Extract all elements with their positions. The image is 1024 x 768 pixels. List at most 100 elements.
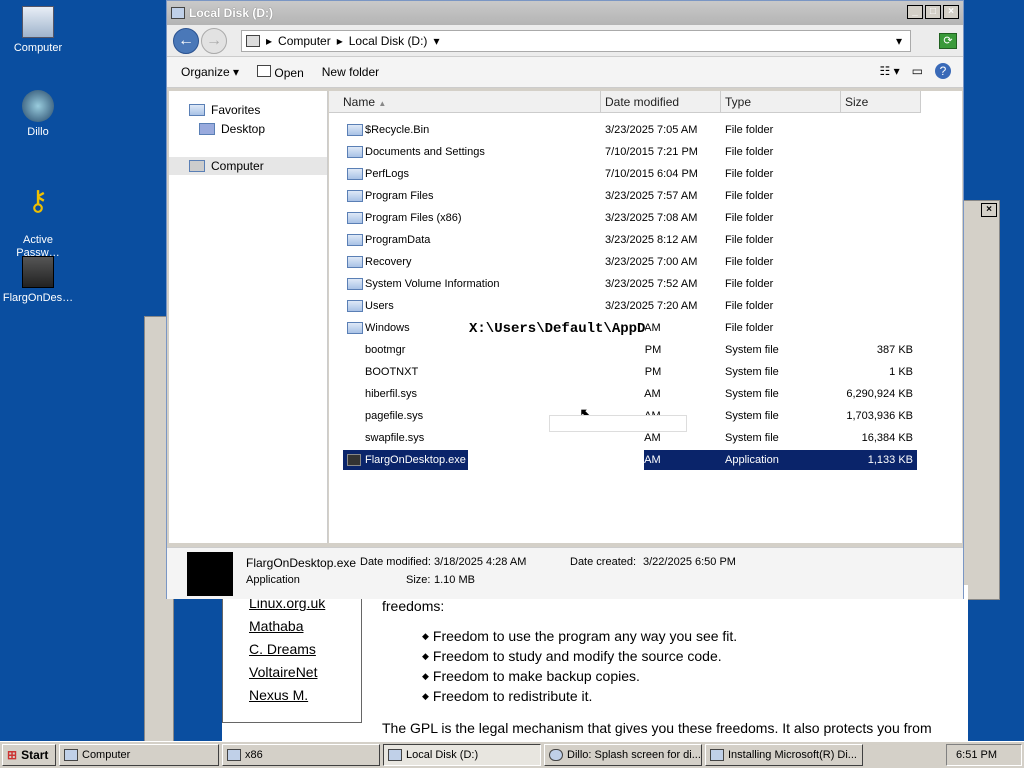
start-button[interactable]: ⊞ Start bbox=[2, 744, 56, 766]
desktop-icon-dillo[interactable]: Dillo bbox=[0, 90, 76, 139]
cell-type: File folder bbox=[725, 234, 774, 246]
back-button[interactable]: ← bbox=[173, 27, 199, 54]
nav-favorites[interactable]: Favorites bbox=[189, 101, 260, 119]
app-icon bbox=[347, 454, 361, 466]
table-row[interactable]: PerfLogs 7/10/2015 6:04 PM File folder bbox=[343, 164, 917, 184]
dillo-icon bbox=[22, 90, 54, 122]
details-kind: Application bbox=[246, 574, 300, 586]
list-item: Freedom to use the program any way you s… bbox=[422, 627, 967, 647]
cell-type: System file bbox=[725, 388, 779, 400]
close-icon[interactable]: × bbox=[981, 203, 997, 217]
taskbar-item-computer[interactable]: Computer bbox=[59, 744, 219, 766]
new-folder-button[interactable]: New folder bbox=[322, 65, 379, 79]
refresh-button[interactable]: ⟳ bbox=[939, 33, 957, 49]
table-row[interactable]: Documents and Settings 7/10/2015 7:21 PM F… bbox=[343, 142, 917, 162]
table-row[interactable]: ProgramData 3/23/2025 8:12 AM File folder bbox=[343, 230, 917, 250]
cell-name: BOOTNXT bbox=[365, 366, 419, 378]
file-thumbnail bbox=[187, 552, 233, 596]
taskbar: ⊞ Start Computer x86 Local Disk (D:) Dill… bbox=[0, 741, 1024, 768]
details-pane: FlargOnDesktop.exe Application Date modi… bbox=[167, 547, 963, 599]
column-header-size[interactable]: Size bbox=[841, 91, 921, 113]
details-filename: FlargOnDesktop.exe bbox=[246, 556, 357, 570]
close-button[interactable]: × bbox=[943, 5, 959, 19]
taskbar-item-installer[interactable]: Installing Microsoft(R) Di... bbox=[705, 744, 863, 766]
folder-icon bbox=[189, 104, 205, 116]
cell-name: Windows bbox=[365, 322, 410, 334]
folder-icon bbox=[347, 212, 363, 224]
table-row[interactable]: Program Files 3/23/2025 7:57 AM File folde… bbox=[343, 186, 917, 206]
cell-date: 3/23/2025 7:52 AM bbox=[605, 278, 698, 290]
cell-type: File folder bbox=[725, 146, 774, 158]
cell-name: Users bbox=[365, 300, 394, 312]
column-header-type[interactable]: Type bbox=[721, 91, 841, 113]
forward-button[interactable]: → bbox=[201, 27, 227, 54]
cell-type: System file bbox=[725, 344, 779, 356]
windows-logo-icon: ⊞ bbox=[7, 748, 18, 762]
desktop-icon-label: Computer bbox=[13, 42, 63, 54]
dillo-link[interactable]: Nexus M. bbox=[249, 687, 361, 704]
cell-type: File folder bbox=[725, 124, 774, 136]
folder-icon bbox=[347, 190, 363, 202]
folder-icon bbox=[347, 322, 363, 334]
dillo-link[interactable]: VoltaireNet bbox=[249, 664, 361, 681]
address-bar[interactable]: ▸ Computer ▸ Local Disk (D:) ▾ ▾ bbox=[241, 30, 911, 52]
dillo-intro: freedoms: bbox=[382, 598, 445, 614]
chevron-right-icon[interactable]: ▸ bbox=[337, 34, 343, 48]
cell-type: System file bbox=[725, 410, 779, 422]
maximize-button[interactable]: □ bbox=[925, 5, 941, 19]
system-tray: 6:51 PM bbox=[946, 744, 1022, 766]
table-row[interactable]: System Volume Information 3/23/2025 7:52 … bbox=[343, 274, 917, 294]
preview-pane-icon[interactable]: ▭ bbox=[912, 64, 923, 78]
table-row[interactable]: Users 3/23/2025 7:20 AM File folder bbox=[343, 296, 917, 316]
open-button[interactable]: Open bbox=[257, 64, 304, 80]
table-row[interactable]: $Recycle.Bin 3/23/2025 7:05 AM File folder bbox=[343, 120, 917, 140]
folder-icon bbox=[347, 300, 363, 312]
organize-button[interactable]: Organize ▾ bbox=[181, 65, 239, 79]
column-header-date[interactable]: Date modified bbox=[601, 91, 721, 113]
nav-desktop[interactable]: Desktop bbox=[199, 120, 265, 138]
cell-name: $Recycle.Bin bbox=[365, 124, 430, 136]
table-row[interactable]: Recovery 3/23/2025 7:00 AM File folder bbox=[343, 252, 917, 272]
address-dropdown-icon[interactable]: ▾ bbox=[896, 34, 902, 48]
cell-date: 3/23/2025 7:05 AM bbox=[605, 124, 698, 136]
key-icon: ⚷ bbox=[27, 185, 49, 216]
details-size-label: Size: bbox=[406, 574, 431, 586]
column-header-name[interactable]: Name ▲ bbox=[329, 91, 601, 113]
cell-name: System Volume Information bbox=[365, 278, 500, 290]
dillo-link[interactable]: Mathaba bbox=[249, 618, 361, 635]
cell-size: 387 KB bbox=[876, 344, 913, 356]
breadcrumb-local-disk[interactable]: Local Disk (D:) bbox=[349, 34, 428, 48]
minimize-button[interactable]: _ bbox=[907, 5, 923, 19]
cell-name: ProgramData bbox=[365, 234, 431, 246]
taskbar-item-dillo[interactable]: Dillo: Splash screen for di... bbox=[544, 744, 702, 766]
chevron-down-icon[interactable]: ▾ bbox=[433, 34, 439, 48]
cell-name: FlargOnDesktop.exe bbox=[365, 454, 466, 466]
cell-type: System file bbox=[725, 432, 779, 444]
cell-size: 1 KB bbox=[889, 366, 913, 378]
cell-date: 3/23/2025 7:57 AM bbox=[605, 190, 698, 202]
cell-name: Program Files bbox=[365, 190, 434, 202]
cell-name: swapfile.sys bbox=[365, 432, 425, 444]
taskbar-item-x86[interactable]: x86 bbox=[222, 744, 380, 766]
chevron-right-icon[interactable]: ▸ bbox=[266, 34, 272, 48]
desktop-icon-flarg[interactable]: FlargOnDes… bbox=[0, 256, 76, 305]
help-icon[interactable]: ? bbox=[935, 63, 951, 79]
desktop-icon bbox=[199, 123, 215, 135]
explorer-window[interactable]: Local Disk (D:) _ □ × ← → ▸ Computer ▸ L… bbox=[166, 0, 964, 599]
desktop-icon-computer[interactable]: Computer bbox=[0, 6, 76, 55]
table-row[interactable]: Program Files (x86) 3/23/2025 7:08 AM File… bbox=[343, 208, 917, 228]
address-bar-row: ← → ▸ Computer ▸ Local Disk (D:) ▾ ▾ ⟳ bbox=[167, 25, 963, 57]
view-options-icon[interactable]: ☷ ▾ bbox=[880, 64, 900, 78]
clock[interactable]: 6:51 PM bbox=[956, 749, 997, 761]
folder-icon bbox=[347, 234, 363, 246]
breadcrumb-computer[interactable]: Computer bbox=[278, 34, 331, 48]
cell-type: File folder bbox=[725, 322, 774, 334]
dillo-link[interactable]: C. Dreams bbox=[249, 641, 361, 658]
taskbar-item-local-disk[interactable]: Local Disk (D:) bbox=[383, 744, 541, 766]
nav-computer[interactable]: Computer bbox=[169, 157, 327, 175]
navigation-pane: Favorites Desktop Computer bbox=[169, 91, 328, 543]
cell-name: bootmgr bbox=[365, 344, 406, 356]
cell-size: 6,290,924 KB bbox=[846, 388, 913, 400]
cell-type: Application bbox=[725, 454, 779, 466]
title-bar[interactable]: Local Disk (D:) _ □ × bbox=[167, 1, 963, 25]
